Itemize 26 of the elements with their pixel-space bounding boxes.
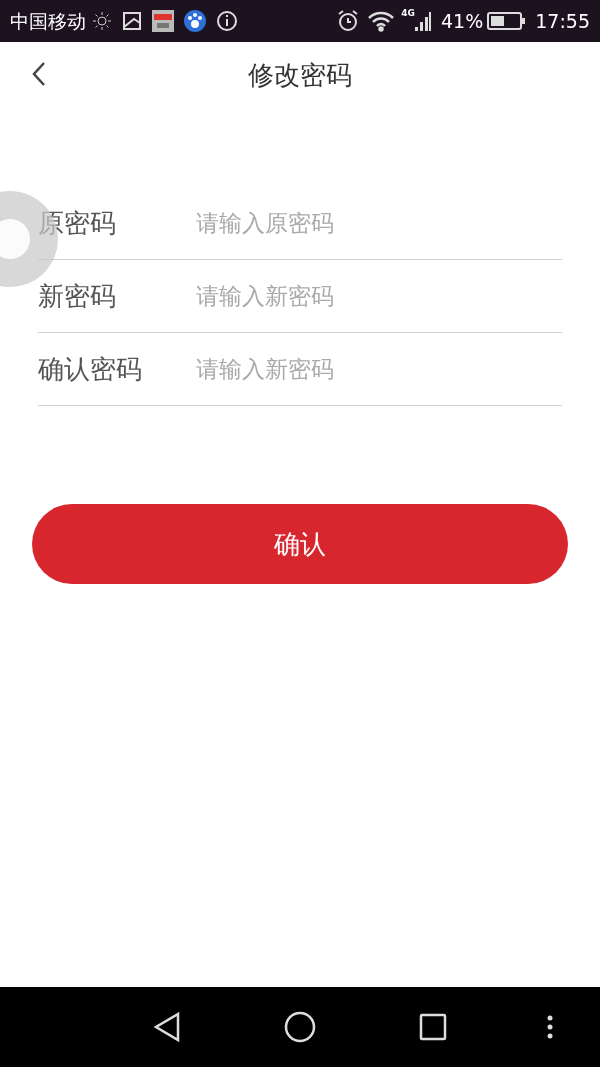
password-field[interactable]: 请输入新密码 xyxy=(196,344,562,394)
more-icon[interactable] xyxy=(547,1015,553,1039)
app-icon xyxy=(152,10,174,32)
field-label: 原密码 xyxy=(38,206,117,240)
back-icon[interactable] xyxy=(152,1011,182,1043)
field-label: 确认密码 xyxy=(38,352,143,386)
alarm-icon xyxy=(337,10,360,32)
paw-icon xyxy=(184,10,206,32)
password-field[interactable]: 请输入原密码 xyxy=(196,198,562,248)
sun-icon xyxy=(92,11,112,31)
password-field[interactable]: 请输入新密码 xyxy=(196,271,562,321)
signal-icon xyxy=(415,10,431,32)
info-icon xyxy=(216,10,238,32)
home-icon[interactable] xyxy=(283,1010,317,1044)
image-icon xyxy=(122,11,142,31)
page-title: 修改密码 xyxy=(248,58,352,92)
clock-time: 17:55 xyxy=(535,8,590,34)
network-type: 4G xyxy=(401,7,415,20)
field-label: 新密码 xyxy=(38,279,117,313)
carrier-name: 中国移动 xyxy=(10,8,86,34)
confirm-button[interactable]: 确认 xyxy=(32,504,568,584)
back-icon xyxy=(32,61,46,87)
wifi-icon xyxy=(367,10,396,32)
battery-icon xyxy=(487,12,526,30)
recent-apps-icon[interactable] xyxy=(419,1013,447,1041)
battery-percent: 41% xyxy=(441,8,484,34)
